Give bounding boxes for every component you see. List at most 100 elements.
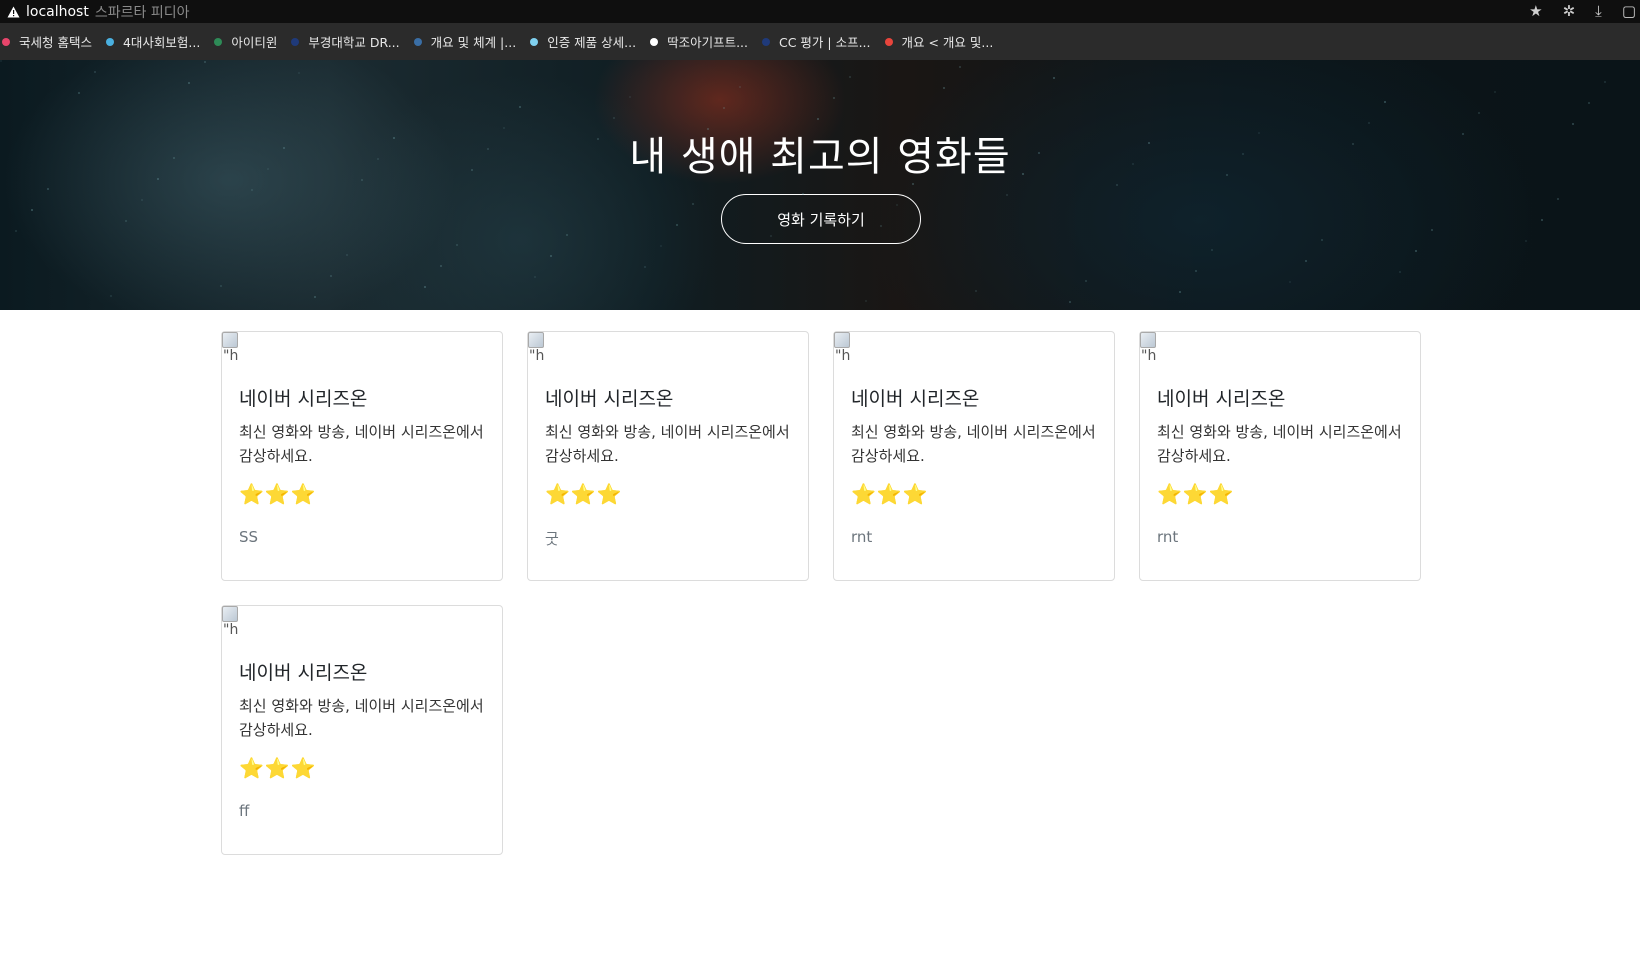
bookmark-favicon-icon (214, 37, 223, 46)
card-title: 네이버 시리즈온 (851, 388, 980, 410)
warning-icon[interactable] (6, 5, 20, 19)
hero-texture-speck (770, 235, 772, 237)
movie-card[interactable]: "h 네이버 시리즈온 최신 영화와 방송, 네이버 시리즈온에서 감상하세요. ⭐⭐… (1139, 331, 1421, 581)
hero-texture-speck (1399, 271, 1401, 273)
movie-card[interactable]: "h 네이버 시리즈온 최신 영화와 방송, 네이버 시리즈온에서 감상하세요. ⭐⭐… (221, 605, 503, 855)
hero-texture-speck (346, 254, 348, 256)
hero-texture-speck (1022, 173, 1024, 175)
bookmarks-bar: 국세청 홈택스 4대사회보험... 아이티윈 부경대학교 DR... 개요 및 체계 |… (0, 23, 1640, 60)
hero-texture-speck (1211, 249, 1213, 251)
hero-texture-speck (943, 87, 945, 89)
bookmark-item[interactable]: 인증 제품 상세... (530, 32, 636, 51)
hero-texture-speck (1368, 122, 1370, 124)
hero-texture-speck (377, 158, 379, 160)
hero-texture-speck (676, 224, 678, 226)
hero-texture-speck (896, 204, 898, 206)
movie-poster-image: "h (834, 332, 852, 364)
hero-texture-speck (833, 97, 835, 99)
window-icon[interactable]: ▢ (1622, 0, 1636, 23)
image-alt-text: "h (223, 622, 239, 638)
hero-texture-speck (298, 72, 300, 74)
hero-texture-speck (1006, 194, 1008, 196)
record-movie-button[interactable]: 영화 기록하기 (721, 194, 921, 244)
movie-poster-image: "h (1140, 332, 1158, 364)
hero-texture-speck (1132, 163, 1134, 165)
hero-texture-speck (1053, 77, 1055, 79)
hero-texture-speck (0, 60, 2, 62)
bookmark-item[interactable]: 아이티윈 (214, 32, 277, 51)
broken-image-icon (222, 606, 238, 622)
download-icon[interactable]: ⤓ (1595, 0, 1602, 23)
hero-texture-speck (1289, 281, 1291, 283)
extensions-icon[interactable]: ✲ (1563, 0, 1576, 23)
hero-texture-speck (817, 118, 819, 120)
card-description: 최신 영화와 방송, 네이버 시리즈온에서 감상하세요. (545, 423, 790, 465)
bookmark-favicon-icon (2, 37, 10, 46)
hero-texture-speck (1478, 112, 1480, 114)
browser-url-bar[interactable]: localhost 스파르타 피디아 ★ ✲ ⤓ ▢ (0, 0, 1640, 23)
hero-texture-speck (220, 285, 222, 287)
hero-texture-speck (78, 92, 80, 94)
card-description: 최신 영화와 방송, 네이버 시리즈온에서 감상하세요. (851, 423, 1096, 465)
hero-texture-speck (440, 265, 442, 267)
movie-poster-image: "h (222, 332, 240, 364)
bookmark-item[interactable]: 국세청 홈택스 (2, 32, 92, 51)
image-alt-text: "h (835, 348, 851, 364)
movie-card[interactable]: "h 네이버 시리즈온 최신 영화와 방송, 네이버 시리즈온에서 감상하세요. ⭐⭐… (527, 331, 809, 581)
hero-texture-speck (1321, 239, 1323, 241)
hero-texture-speck (157, 178, 159, 180)
broken-image-icon (222, 332, 238, 348)
hero-texture-speck (15, 230, 17, 232)
hero-texture-speck (849, 76, 851, 78)
hero-texture-speck (1305, 260, 1307, 262)
hero-texture-speck (487, 148, 489, 150)
bookmark-label: 개요 < 개요 및... (901, 35, 994, 50)
hero-texture-speck (880, 225, 882, 227)
hero-texture-speck (519, 106, 521, 108)
url-host[interactable]: localhost (26, 4, 89, 20)
hero-texture-speck (330, 275, 332, 277)
hero-texture-speck (141, 199, 143, 201)
hero-texture-speck (1588, 102, 1590, 104)
bookmark-label: 아이티윈 (231, 35, 278, 50)
star-rating: ⭐⭐⭐ (1157, 482, 1235, 507)
bookmark-label: 딱조아기프트... (667, 35, 748, 50)
movie-poster-image: "h (222, 606, 240, 638)
card-comment: rnt (1157, 528, 1179, 546)
bookmark-item[interactable]: 4대사회보험... (105, 32, 201, 51)
hero-texture-speck (1038, 152, 1040, 154)
hero-texture-speck (1431, 229, 1433, 231)
hero-texture-speck (173, 157, 175, 159)
movie-card[interactable]: "h 네이버 시리즈온 최신 영화와 방송, 네이버 시리즈온에서 감상하세요. ⭐⭐… (221, 331, 503, 581)
hero-title: 내 생애 최고의 영화들 (629, 134, 1011, 180)
hero-texture-speck (1384, 101, 1386, 103)
bookmark-item[interactable]: CC 평가 | 소프... (762, 32, 871, 51)
hero-texture-speck (1179, 291, 1181, 293)
hero-texture-speck (283, 147, 285, 149)
hero-texture-speck (1085, 280, 1087, 282)
bookmark-item[interactable]: 개요 < 개요 및... (884, 32, 994, 51)
hero-texture-speck (1258, 132, 1260, 134)
bookmark-label: CC 평가 | 소프... (779, 35, 871, 50)
star-rating: ⭐⭐⭐ (239, 482, 317, 507)
bookmark-item[interactable]: 개요 및 체계 |... (413, 32, 516, 51)
card-comment: ff (239, 802, 250, 820)
hero-texture-speck (361, 179, 363, 181)
hero-texture-speck (188, 82, 190, 84)
card-comment: 굿 (545, 530, 559, 548)
bookmark-label: 4대사회보험... (122, 35, 201, 50)
hero-texture-speck (456, 244, 458, 246)
hero-texture-speck (660, 245, 662, 247)
star-icon[interactable]: ★ (1529, 0, 1542, 23)
broken-image-icon (834, 332, 850, 348)
bookmark-item[interactable]: 부경대학교 DR... (291, 32, 400, 51)
star-rating: ⭐⭐⭐ (851, 482, 929, 507)
hero-texture-speck (1557, 198, 1559, 200)
bookmark-item[interactable]: 딱조아기프트... (650, 32, 748, 51)
card-title: 네이버 시리즈온 (1157, 388, 1286, 410)
hero-texture-speck (959, 66, 961, 68)
hero-texture-speck (1541, 219, 1543, 221)
image-alt-text: "h (223, 348, 239, 364)
hero-texture-speck (47, 188, 49, 190)
movie-card[interactable]: "h 네이버 시리즈온최신 영화와 방송, 네이버 시리즈온에서 감상하세요. ⭐⭐… (833, 331, 1115, 581)
